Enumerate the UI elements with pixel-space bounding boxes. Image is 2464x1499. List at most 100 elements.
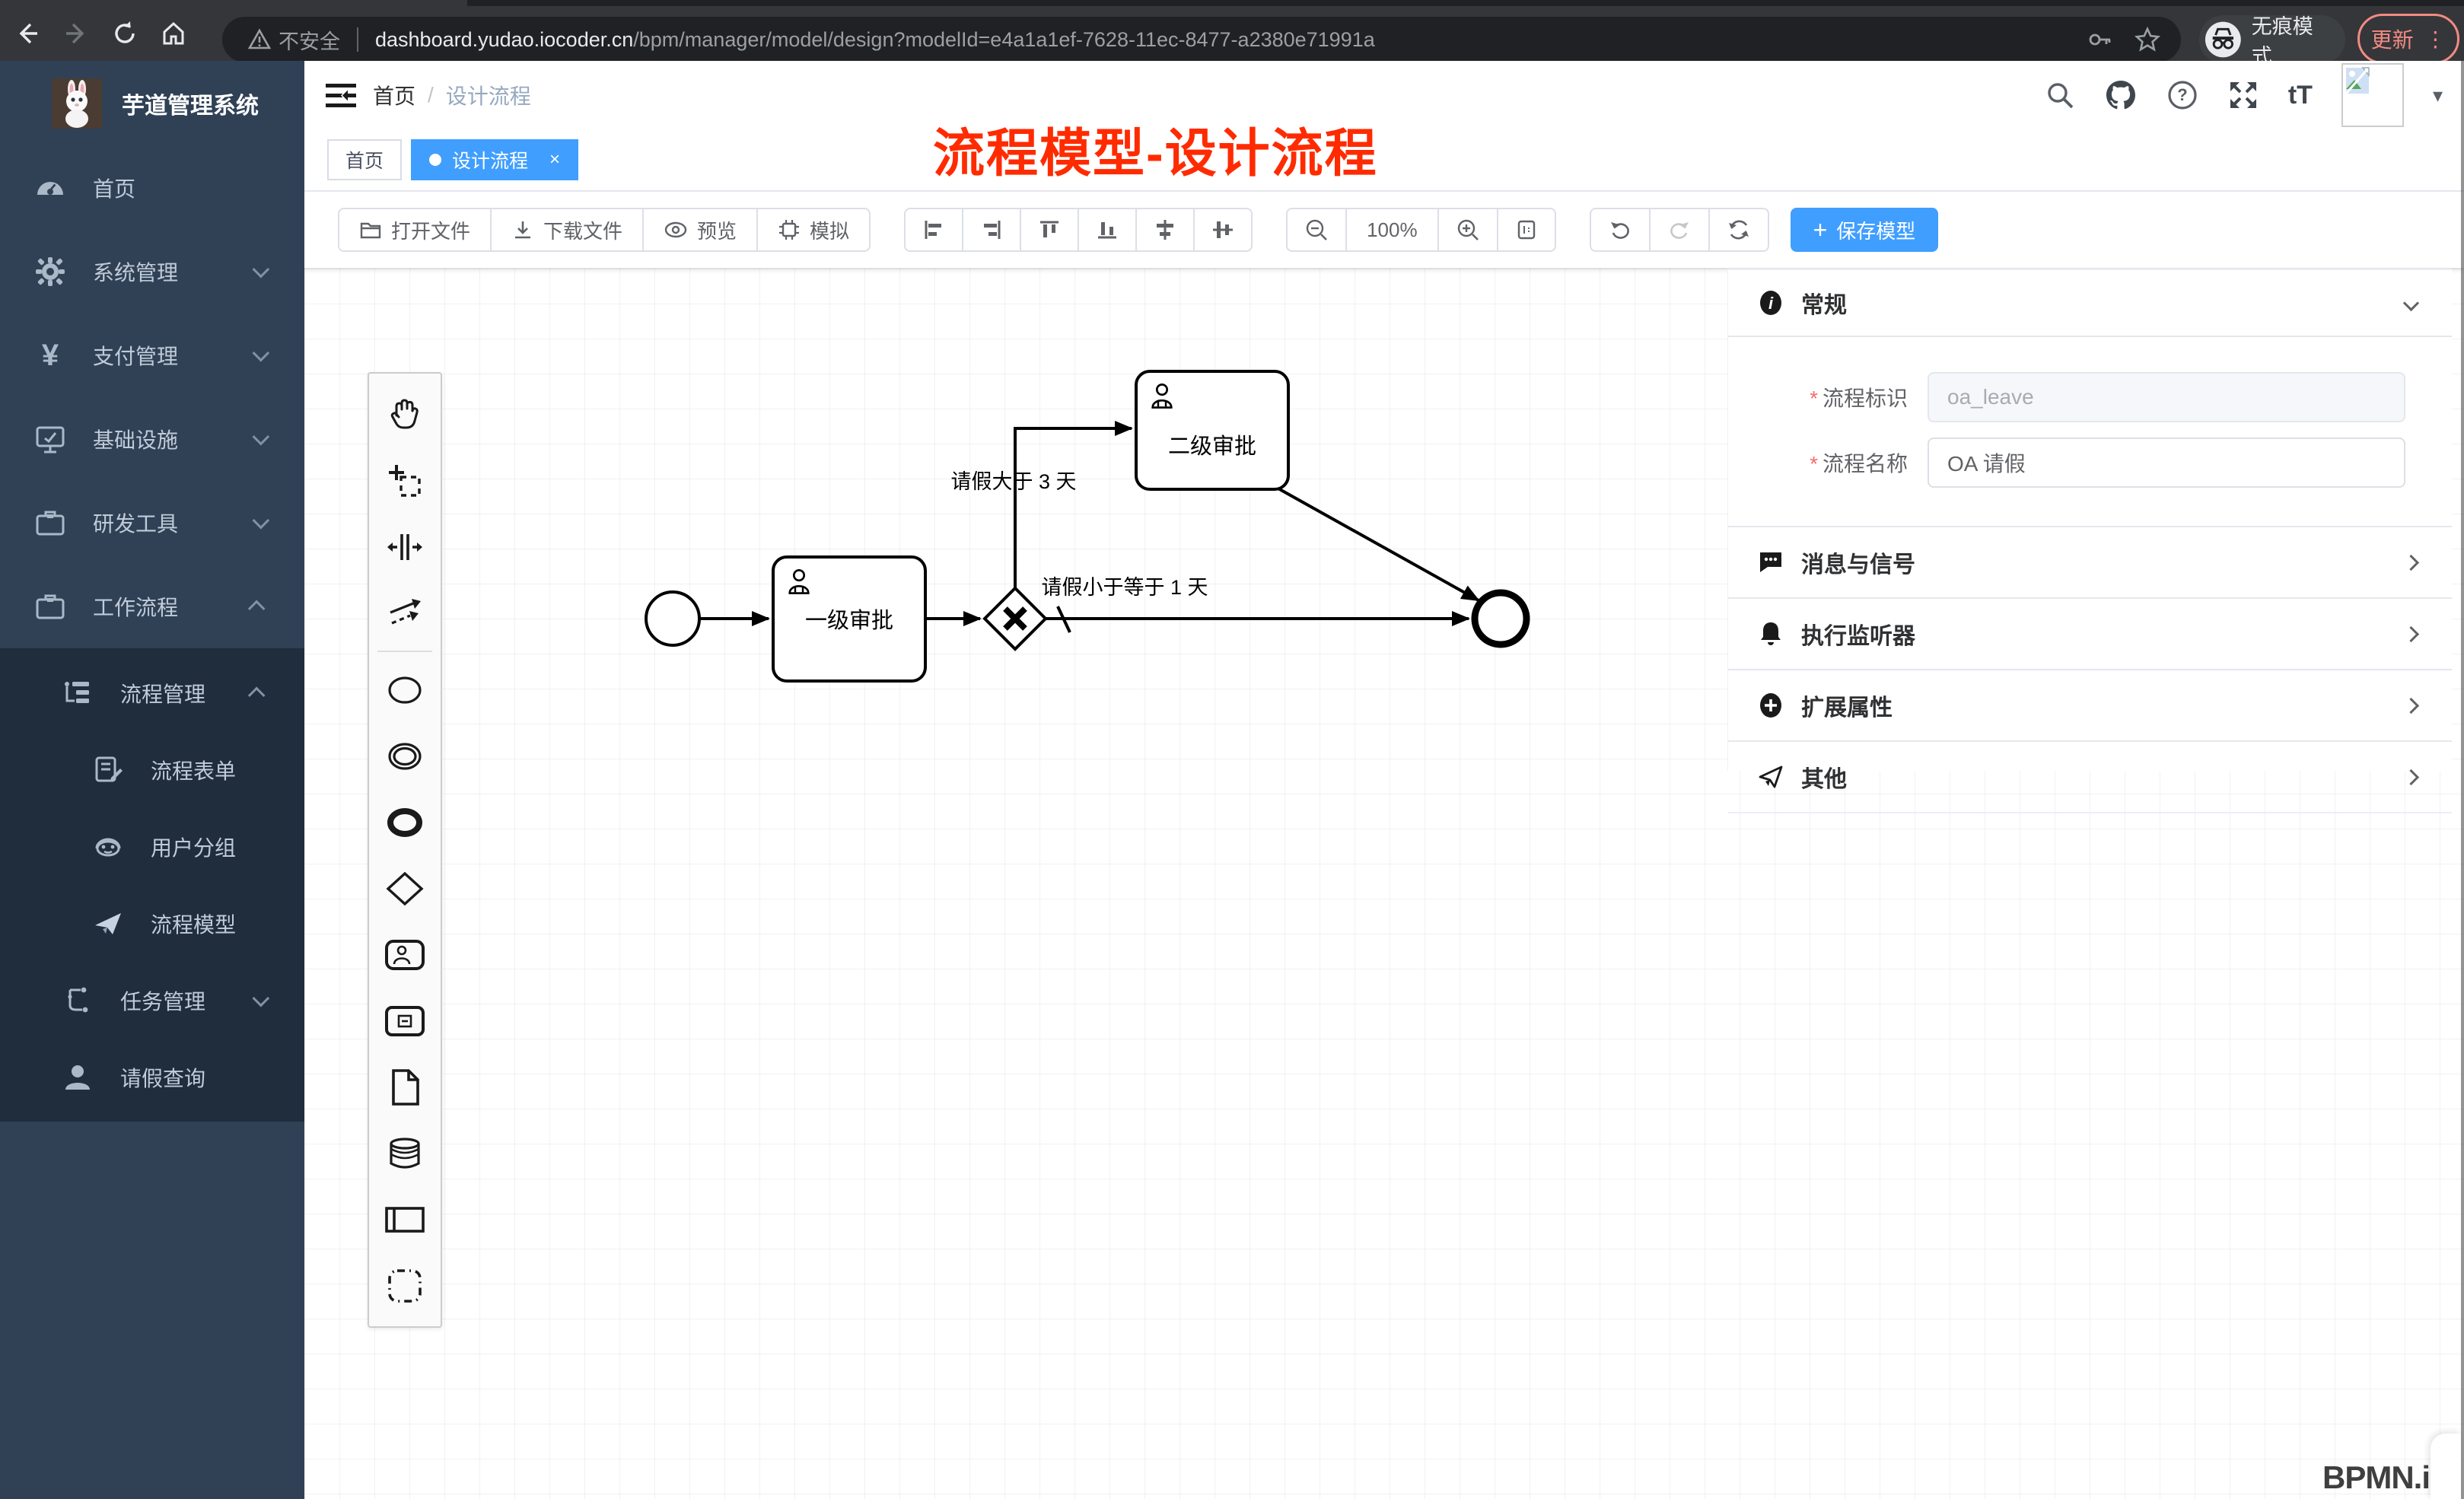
end-event-shape[interactable]: [369, 789, 441, 855]
flow-gateway-to-task2[interactable]: [1015, 428, 1132, 588]
section-general[interactable]: i 常规: [1728, 270, 2452, 337]
sidebar-item-payment[interactable]: ¥ 支付管理: [0, 313, 304, 397]
browser-update-button[interactable]: 更新 ⋮: [2357, 14, 2459, 64]
global-connect-icon[interactable]: [369, 580, 441, 646]
chevron-down-icon: [253, 512, 270, 530]
folder-icon: [359, 218, 382, 241]
refresh-button[interactable]: [1709, 208, 1769, 252]
close-icon[interactable]: ×: [549, 149, 560, 170]
end-event[interactable]: [1475, 593, 1526, 644]
intermediate-event-shape[interactable]: [369, 723, 441, 789]
font-size-icon[interactable]: tT: [2288, 81, 2313, 110]
section-title: 其他: [1801, 760, 1847, 794]
forward-button[interactable]: [55, 12, 97, 55]
subprocess-shape[interactable]: [369, 988, 441, 1054]
button-label: 打开文件: [391, 216, 470, 244]
help-icon[interactable]: ?: [2166, 79, 2198, 111]
security-label[interactable]: 不安全: [279, 25, 340, 55]
open-file-button[interactable]: 打开文件: [338, 208, 491, 252]
hand-tool-icon[interactable]: [369, 381, 441, 447]
key-icon[interactable]: [2087, 27, 2112, 53]
flow-label-le[interactable]: 请假小于等于 1 天: [1041, 576, 1208, 599]
start-event-shape[interactable]: [369, 657, 441, 723]
sidebar-item-task-mgmt[interactable]: 任务管理: [0, 962, 304, 1039]
sidebar-item-user-group[interactable]: 用户分组: [0, 808, 304, 885]
tab-design[interactable]: 设计流程 ×: [411, 139, 578, 180]
sidebar-logo[interactable]: 芋道管理系统: [0, 61, 304, 146]
github-icon[interactable]: [2104, 78, 2138, 112]
undo-button[interactable]: [1590, 208, 1650, 252]
sidebar-item-label: 流程管理: [120, 678, 205, 708]
align-top-button[interactable]: [1020, 208, 1078, 252]
back-button[interactable]: [6, 12, 49, 55]
align-center-h-button[interactable]: [1136, 208, 1194, 252]
kebab-menu-icon[interactable]: ⋮: [2424, 27, 2446, 52]
preview-button[interactable]: 预览: [643, 208, 757, 252]
simulate-button[interactable]: 模拟: [757, 208, 871, 252]
zoom-reset-button[interactable]: [1498, 208, 1556, 252]
participant-shape[interactable]: [369, 1186, 441, 1252]
file-button-group: 打开文件 下载文件 预览 模拟: [338, 208, 871, 252]
section-extension-properties[interactable]: 扩展属性: [1728, 670, 2452, 742]
section-execution-listener[interactable]: 执行监听器: [1728, 599, 2452, 670]
gateway-shape[interactable]: [369, 855, 441, 921]
home-button[interactable]: [152, 12, 195, 55]
sidebar-item-label: 请假查询: [120, 1062, 205, 1093]
align-center-v-button[interactable]: [1194, 208, 1253, 252]
avatar-caret-icon[interactable]: ▾: [2433, 84, 2443, 107]
sidebar-item-label: 流程表单: [151, 755, 236, 785]
flow-task2-to-end[interactable]: [1277, 488, 1479, 600]
bookmark-star-icon[interactable]: [2134, 26, 2161, 53]
align-bottom-button[interactable]: [1078, 208, 1136, 252]
send-icon: [1757, 763, 1784, 791]
process-name-input[interactable]: [1928, 438, 2405, 488]
process-key-input[interactable]: [1928, 372, 2405, 422]
space-tool-icon[interactable]: [369, 514, 441, 580]
lasso-tool-icon[interactable]: [369, 447, 441, 514]
zoom-in-button[interactable]: [1438, 208, 1498, 252]
reload-button[interactable]: [103, 12, 146, 55]
download-file-button[interactable]: 下载文件: [491, 208, 643, 252]
required-asterisk: *: [1810, 387, 1818, 410]
sidebar-item-process-form[interactable]: 流程表单: [0, 731, 304, 808]
section-title: 常规: [1801, 286, 1847, 320]
group-shape[interactable]: [369, 1252, 441, 1319]
avatar[interactable]: [2341, 63, 2404, 127]
incognito-badge[interactable]: 无痕模式: [2199, 15, 2345, 64]
save-model-button[interactable]: + 保存模型: [1791, 208, 1939, 252]
workflow-submenu: 流程管理 流程表单 用户分组 流程模型 任务管理 请假: [0, 648, 304, 1122]
sidebar-item-infra[interactable]: 基础设施: [0, 397, 304, 481]
address-bar[interactable]: 不安全 dashboard.yudao.iocoder.cn/bpm/manag…: [222, 17, 2181, 62]
history-button-group: [1590, 208, 1769, 252]
person-icon: [61, 1062, 94, 1093]
flow-label-gt[interactable]: 请假大于 3 天: [950, 470, 1076, 493]
breadcrumb-home[interactable]: 首页: [373, 80, 415, 110]
data-store-shape[interactable]: [369, 1120, 441, 1186]
task2-label: 二级审批: [1168, 434, 1256, 459]
sidebar-item-workflow[interactable]: 工作流程: [0, 565, 304, 648]
sidebar-item-home[interactable]: 首页: [0, 146, 304, 230]
sidebar-item-leave-query[interactable]: 请假查询: [0, 1039, 304, 1115]
sidebar-collapse-icon[interactable]: [324, 79, 358, 113]
section-message-signal[interactable]: 消息与信号: [1728, 527, 2452, 599]
browser-active-tab[interactable]: [0, 0, 467, 6]
section-other[interactable]: 其他: [1728, 742, 2452, 813]
canvas-corner-panel: [2431, 1434, 2461, 1499]
sidebar-item-devtools[interactable]: 研发工具: [0, 481, 304, 565]
fullscreen-icon[interactable]: [2227, 79, 2259, 111]
user-task-shape[interactable]: [369, 921, 441, 988]
sidebar-item-process-mgmt[interactable]: 流程管理: [0, 654, 304, 731]
align-left-button[interactable]: [904, 208, 963, 252]
sidebar-item-system[interactable]: 系统管理: [0, 230, 304, 313]
sidebar-item-process-model[interactable]: 流程模型: [0, 885, 304, 962]
breadcrumb-current: 设计流程: [446, 80, 531, 110]
data-object-shape[interactable]: [369, 1054, 441, 1120]
redo-button[interactable]: [1650, 208, 1709, 252]
broken-image-icon: [2345, 66, 2375, 97]
tab-home[interactable]: 首页: [327, 139, 402, 180]
start-event[interactable]: [646, 592, 699, 645]
zoom-out-button[interactable]: [1286, 208, 1346, 252]
align-right-button[interactable]: [963, 208, 1020, 252]
zoom-level[interactable]: 100%: [1346, 208, 1438, 252]
search-icon[interactable]: [2045, 80, 2075, 110]
